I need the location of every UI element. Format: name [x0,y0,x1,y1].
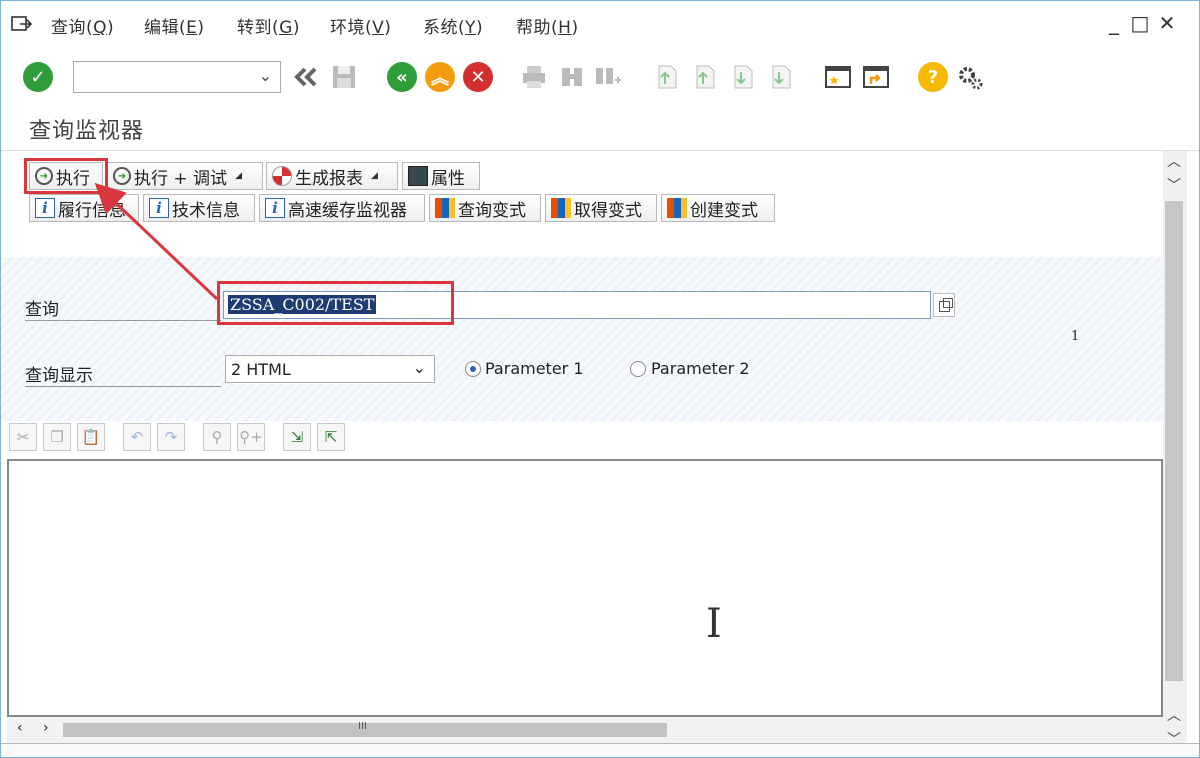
side-number: 1 [1071,329,1080,344]
menu-environment[interactable]: 环境(V) [330,13,391,38]
find-icon[interactable]: ⚲ [203,423,231,451]
import-icon[interactable]: ⇲ [283,423,311,451]
sap-window: 查询(Q) 编辑(E) 转到(G) 环境(V) 系统(Y) 帮助(H) _ □ … [0,0,1200,758]
shortcut-icon[interactable] [861,62,891,92]
variant-icon [435,198,455,218]
report-icon [272,166,292,186]
query-display-select[interactable]: 2 HTML ⌄ [225,355,435,383]
menu-help[interactable]: 帮助(H) [516,13,579,38]
value-help-icon[interactable] [933,293,955,317]
cancel-icon[interactable]: ✕ [463,62,493,92]
create-variant-button[interactable]: 创建变式 [661,194,775,222]
last-page-icon[interactable] [765,62,795,92]
scroll-right-icon[interactable]: › [43,720,49,736]
menu-arrow-icon: ◢ [235,171,242,181]
exit-icon[interactable]: ︽ [425,62,455,92]
chevron-down-icon: ⌄ [412,358,426,377]
next-page-icon[interactable] [727,62,757,92]
undo-icon[interactable]: ↶ [123,423,151,451]
parameter-1-radio[interactable] [465,361,481,377]
execute-debug-button[interactable]: ➜ 执行 + 调试 ◢ [107,162,263,190]
find-next-icon[interactable]: ⚲+ [237,423,265,451]
find-icon[interactable] [557,62,587,92]
menu-goto[interactable]: 转到(G) [237,13,300,38]
highlight-execute [24,158,108,194]
scroll-down-icon[interactable]: ﹀ [1165,175,1183,195]
save-icon[interactable] [329,62,359,92]
print-icon[interactable] [519,62,549,92]
variant-icon [667,198,687,218]
variant-icon [551,198,571,218]
customize-icon[interactable] [955,62,985,92]
parameter-2-radio[interactable] [630,361,646,377]
prev-page-icon[interactable] [689,62,719,92]
menu-edit[interactable]: 编辑(E) [144,13,205,38]
editor-toolbar: ✂ ❐ 📋 ↶ ↷ ⚲ ⚲+ ⇲ ⇱ [1,421,1163,457]
back-icon[interactable]: « [387,62,417,92]
paste-icon[interactable]: 📋 [77,423,105,451]
horizontal-scroll-thumb[interactable]: III [63,721,667,737]
highlight-query [217,281,454,325]
minimize-button[interactable]: _ [1101,11,1127,35]
selection-area [1,257,1163,421]
scroll-up-icon[interactable]: ︿ [1165,151,1183,171]
execute-debug-icon: ➜ [113,167,131,185]
menu-query[interactable]: 查询(Q) [51,13,114,38]
chevron-down-icon: ⌄ [258,66,272,85]
menu-icon[interactable] [11,15,33,33]
info-icon: i [149,198,169,218]
back-double-icon[interactable] [291,62,321,92]
new-session-icon[interactable] [823,62,853,92]
query-label: 查询 [25,295,221,321]
scroll-up-icon[interactable]: ︿ [1165,705,1183,725]
first-page-icon[interactable] [651,62,681,92]
properties-icon [408,166,428,186]
text-editor[interactable] [7,459,1163,717]
maximize-button[interactable]: □ [1127,11,1153,35]
text-cursor-icon: I [706,601,722,647]
technical-info-button[interactable]: i 技术信息 [143,194,255,222]
menu-bar: 查询(Q) 编辑(E) 转到(G) 环境(V) 系统(Y) 帮助(H) _ □ … [1,1,1199,47]
title-bar [1,105,1199,151]
menu-arrow-icon: ◢ [371,171,378,181]
command-field[interactable]: ⌄ [73,61,281,93]
vertical-scroll-thumb[interactable] [1165,201,1183,681]
menu-system[interactable]: 系统(Y) [423,13,483,38]
scroll-left-icon[interactable]: ‹ [17,720,23,736]
page-title: 查询监视器 [29,119,145,144]
info-icon: i [35,198,55,218]
check-icon[interactable]: ✓ [23,62,53,92]
parameter-2-label[interactable]: Parameter 2 [651,359,750,378]
parameter-1-label[interactable]: Parameter 1 [485,359,584,378]
query-display-label: 查询显示 [25,361,221,387]
status-bar [1,743,1199,757]
execution-info-button[interactable]: i 履行信息 [29,194,139,222]
help-icon[interactable]: ? [918,62,948,92]
cache-monitor-button[interactable]: i 高速缓存监视器 [259,194,425,222]
properties-button[interactable]: 属性 [402,162,480,190]
generate-report-button[interactable]: 生成报表 ◢ [266,162,398,190]
close-button[interactable]: ✕ [1154,11,1180,35]
copy-icon[interactable]: ❐ [43,423,71,451]
cut-icon[interactable]: ✂ [9,423,37,451]
get-variant-button[interactable]: 取得变式 [545,194,657,222]
query-variant-button[interactable]: 查询变式 [429,194,541,222]
find-next-icon[interactable] [593,62,623,92]
export-icon[interactable]: ⇱ [317,423,345,451]
info-icon: i [265,198,285,218]
redo-icon[interactable]: ↷ [157,423,185,451]
